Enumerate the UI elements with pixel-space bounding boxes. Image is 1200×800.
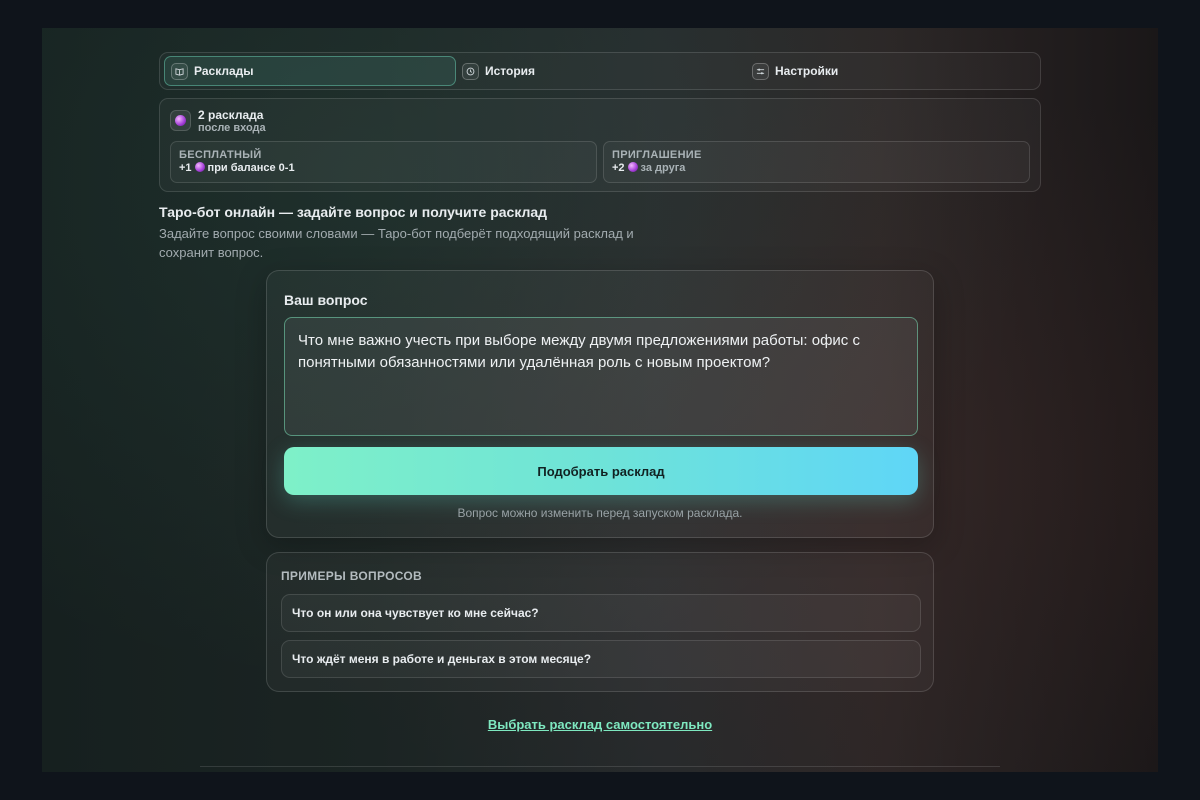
main-container: Расклады История Настройки 2 расклада по… bbox=[159, 52, 1041, 262]
free-bonus-label: БЕСПЛАТНЫЙ bbox=[179, 149, 262, 161]
crystal-ball-icon bbox=[194, 162, 205, 172]
pick-spread-button[interactable]: Подобрать расклад bbox=[284, 447, 918, 495]
invite-bonus-value: +2 за друга bbox=[612, 162, 686, 174]
tab-spreads[interactable]: Расклады bbox=[164, 56, 456, 86]
page-title: Таро-бот онлайн — задайте вопрос и получ… bbox=[159, 204, 548, 220]
crystal-ball-icon bbox=[170, 110, 191, 131]
example-question-item[interactable]: Что он или она чувствует ко мне сейчас? bbox=[281, 594, 921, 632]
crystal-ball-icon bbox=[627, 162, 638, 172]
tab-settings[interactable]: Настройки bbox=[746, 56, 1036, 86]
settings-icon bbox=[752, 62, 769, 80]
balance-panel: 2 расклада после входа БЕСПЛАТНЫЙ +1 при … bbox=[159, 98, 1041, 192]
tab-label: История bbox=[485, 64, 536, 78]
tab-bar: Расклады История Настройки bbox=[159, 52, 1041, 90]
examples-title: ПРИМЕРЫ ВОПРОСОВ bbox=[281, 569, 423, 583]
free-bonus-card: БЕСПЛАТНЫЙ +1 при балансе 0-1 bbox=[170, 141, 597, 183]
invite-bonus-label: ПРИГЛАШЕНИЕ bbox=[612, 149, 702, 161]
balance-subtitle: после входа bbox=[198, 122, 266, 134]
book-icon bbox=[171, 62, 188, 80]
tab-history[interactable]: История bbox=[456, 56, 746, 86]
app-frame: Расклады История Настройки 2 расклада по… bbox=[42, 28, 1158, 772]
question-label: Ваш вопрос bbox=[284, 292, 368, 308]
examples-panel: ПРИМЕРЫ ВОПРОСОВ Что он или она чувствуе… bbox=[266, 552, 934, 692]
self-select-link[interactable]: Выбрать расклад самостоятельно bbox=[42, 717, 1158, 732]
tab-label: Настройки bbox=[775, 64, 839, 78]
question-hint: Вопрос можно изменить перед запуском рас… bbox=[457, 506, 743, 520]
question-panel: Ваш вопрос Что мне важно учесть при выбо… bbox=[266, 270, 934, 538]
question-input[interactable]: Что мне важно учесть при выборе между дв… bbox=[284, 317, 918, 436]
invite-bonus-card: ПРИГЛАШЕНИЕ +2 за друга bbox=[603, 141, 1030, 183]
page-description: Задайте вопрос своими словами — Таро-бот… bbox=[159, 226, 634, 260]
divider bbox=[200, 766, 1000, 767]
tab-label: Расклады bbox=[194, 64, 254, 78]
balance-title: 2 расклада bbox=[198, 108, 264, 122]
free-bonus-value: +1 при балансе 0-1 bbox=[179, 162, 295, 174]
history-icon bbox=[462, 62, 479, 80]
example-question-item[interactable]: Что ждёт меня в работе и деньгах в этом … bbox=[281, 640, 921, 678]
